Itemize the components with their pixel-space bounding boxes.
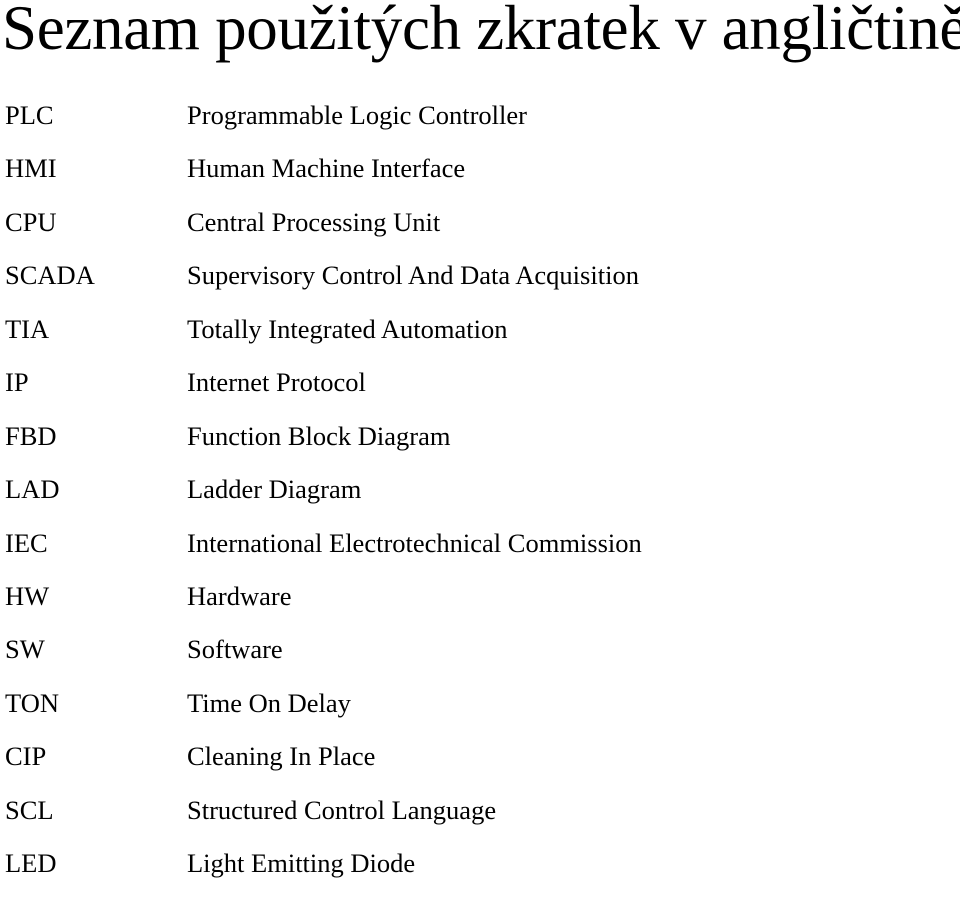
abbreviation-code: LED [5, 848, 57, 879]
abbreviation-meaning: Programmable Logic Controller [187, 100, 527, 130]
abbreviation-row: CIP Cleaning In Place [0, 738, 960, 791]
abbreviation-code: HW [5, 580, 50, 611]
abbreviation-row: LED Light Emitting Diode [0, 845, 960, 898]
abbreviation-meaning: Totally Integrated Automation [187, 313, 508, 344]
abbreviation-code: TON [5, 687, 59, 718]
abbreviation-row: HMI Human Machine Interface [0, 150, 960, 203]
abbreviation-row: PLC Programmable Logic Controller [0, 97, 960, 150]
abbreviation-row: LAD Ladder Diagram [0, 471, 960, 524]
abbreviation-meaning: Time On Delay [187, 687, 351, 718]
abbreviation-code: LAD [5, 474, 60, 505]
abbreviation-row: CPU Central Processing Unit [0, 204, 960, 257]
abbreviation-meaning: Structured Control Language [187, 794, 497, 825]
abbreviation-meaning: Function Block Diagram [187, 420, 451, 451]
abbreviation-code: FBD [5, 420, 57, 451]
abbreviation-row: TON Time On Delay [0, 685, 960, 738]
abbreviation-row: SW Software [0, 631, 960, 684]
abbreviation-code: SCL [5, 794, 54, 825]
abbreviation-code: IP [5, 367, 29, 398]
abbreviation-meaning: Light Emitting Diode [187, 848, 416, 879]
abbreviation-row: SCL Structured Control Language [0, 792, 960, 845]
abbreviation-meaning: Software [187, 634, 283, 665]
abbreviation-meaning: Hardware [187, 580, 292, 611]
abbreviation-row: IP Internet Protocol [0, 364, 960, 417]
abbreviation-meaning: Cleaning In Place [187, 741, 376, 772]
abbreviation-code: SW [5, 634, 45, 665]
abbreviation-meaning: Ladder Diagram [187, 474, 362, 505]
abbreviation-code: CPU [5, 206, 57, 237]
abbreviation-meaning: Internet Protocol [187, 367, 366, 398]
abbreviation-meaning: Central Processing Unit [187, 206, 441, 237]
abbreviation-code: CIP [5, 741, 47, 772]
abbreviation-code: PLC [5, 100, 54, 130]
abbreviation-meaning: Human Machine Interface [187, 153, 466, 184]
abbreviation-row: IEC International Electrotechnical Commi… [0, 525, 960, 578]
abbreviation-meaning: Supervisory Control And Data Acquisition [187, 260, 639, 291]
page-title: Seznam použitých zkratek v angličtině [2, 0, 960, 63]
abbreviation-list: PLC Programmable Logic Controller HMI Hu… [0, 97, 960, 899]
abbreviation-row: FBD Function Block Diagram [0, 418, 960, 471]
abbreviation-row: TIA Totally Integrated Automation [0, 311, 960, 364]
abbreviation-meaning: International Electrotechnical Commissio… [187, 527, 642, 558]
abbreviation-code: TIA [5, 313, 50, 344]
abbreviation-code: SCADA [5, 260, 95, 291]
abbreviation-row: HW Hardware [0, 578, 960, 631]
abbreviation-code: IEC [5, 527, 48, 558]
abbreviation-code: HMI [5, 153, 57, 184]
abbreviation-row: SCADA Supervisory Control And Data Acqui… [0, 257, 960, 310]
